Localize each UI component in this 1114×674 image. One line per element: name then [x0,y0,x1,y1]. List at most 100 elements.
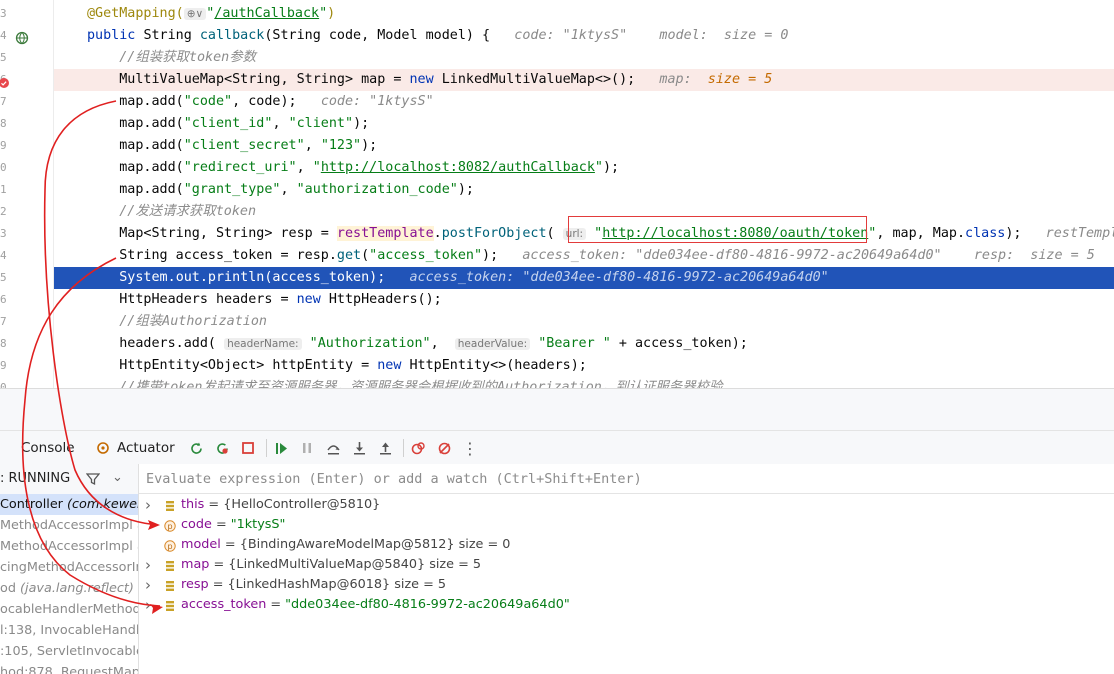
variable-ref: = {LinkedHashMap@6018} [208,577,391,592]
line-gutter[interactable]: 345678901234567890 [0,0,54,388]
variable-row[interactable]: › this = {HelloController@5810} [139,495,1114,515]
parameter-hint: ⊕∨ [183,8,207,20]
evaluate-expression-input[interactable]: Evaluate expression (Enter) or add a wat… [139,464,1114,494]
variable-row[interactable]: › map = {LinkedMultiValueMap@5840} size =… [139,555,1114,575]
variable-ref: = [266,597,286,612]
actuator-icon [95,440,111,456]
code-token: "Authorization" [309,336,431,351]
step-out-icon[interactable] [377,440,393,456]
view-breakpoints-icon[interactable] [410,440,426,456]
inline-debug-value: map: [659,72,708,87]
code-token: ); [353,116,370,131]
variable-row[interactable]: p code = "1ktysS" [139,515,1114,535]
code-token: /authCallback [214,6,320,21]
code-line[interactable]: HttpHeaders headers = new HttpHeaders(); [54,289,1114,311]
thread-status: : RUNNING [0,471,71,486]
current-execution-line[interactable]: System.out.println(access_token); access… [54,267,1114,289]
rerun-icon[interactable] [188,440,204,456]
breakpoint-icon[interactable] [0,74,12,88]
stack-frame[interactable]: hod:878, RequestMap [0,662,138,674]
thread-selector[interactable]: : RUNNING ⌄ [0,464,138,495]
code-line[interactable]: map.add("client_id", "client"); [54,113,1114,135]
stack-frame[interactable]: cingMethodAccessorIm [0,557,138,578]
chevron-right-icon[interactable]: › [145,555,155,575]
stack-frame[interactable]: od (java.lang.reflect) [0,578,138,599]
resume-icon[interactable] [273,440,289,456]
stack-frame[interactable]: Controller (com.kewen [0,494,138,515]
code-line[interactable]: //携带token发起请求至资源服务器，资源服务器会根据收到的Authoriza… [54,377,1114,388]
line-number: 5 [0,51,7,64]
code-line[interactable]: headers.add( headerName: "Authorization"… [54,333,1114,355]
breakpoint-line[interactable]: MultiValueMap<String, String> map = new … [54,69,1114,91]
pause-icon[interactable] [299,440,315,456]
code-token: HttpEntity<>(headers); [409,358,587,373]
stack-frame[interactable]: ocableHandlerMethod [0,599,138,620]
code-line[interactable]: String access_token = resp.get("access_t… [54,245,1114,267]
code-token: callback [199,28,265,43]
variable-row[interactable]: › resp = {LinkedHashMap@6018} size = 5 [139,575,1114,595]
mute-breakpoints-icon[interactable] [436,440,452,456]
variables-panel: Evaluate expression (Enter) or add a wat… [139,464,1114,674]
code-line[interactable]: //组装获取token参数 [54,47,1114,69]
frame-method: cingMethodAccessorIm [0,560,139,575]
panel-splitter[interactable] [0,388,1114,431]
variable-text: resp = {LinkedHashMap@6018} size = 5 [181,575,446,595]
debug-toolbar: Console Actuator ⋮ [0,430,1114,466]
line-number: 7 [0,315,7,328]
line-number: 4 [0,249,7,262]
variable-ref: = {LinkedMultiValueMap@5840} [209,557,426,572]
code-token: ); [457,182,474,197]
tab-console[interactable]: Console [21,439,75,457]
code-editor[interactable]: 345678901234567890 @GetMapping(⊕∨"/authC… [0,0,1114,388]
code-line[interactable]: //发送请求获取token [54,201,1114,223]
line-number: 8 [0,117,7,130]
code-token: . [433,226,442,241]
chevron-down-icon[interactable]: ⌄ [112,470,123,485]
code-token: "access_token" [369,248,483,263]
code-line[interactable]: //组装Authorization [54,311,1114,333]
code-line[interactable]: @GetMapping(⊕∨ "/authCallback") [54,3,1114,25]
stack-frame[interactable]: MethodAccessorImpl (s [0,515,138,536]
variable-text: access_token = "dde034ee-df80-4816-9972-… [181,595,570,615]
line-number: 3 [0,7,7,20]
line-number: 6 [0,293,7,306]
code-token: , code); [232,94,321,109]
code-token: HttpHeaders(); [328,292,442,307]
code-line[interactable]: map.add("grant_type", "authorization_cod… [54,179,1114,201]
code-line[interactable]: public String callback(String code, Mode… [54,25,1114,47]
step-over-icon[interactable] [325,440,341,456]
step-into-icon[interactable] [351,440,367,456]
tab-actuator[interactable]: Actuator [117,439,175,457]
line-number: 8 [0,337,7,350]
code-token: ( [546,226,563,241]
code-line[interactable]: map.add("client_secret", "123"); [54,135,1114,157]
stack-frame[interactable]: l:138, InvocableHandle [0,620,138,641]
web-endpoint-icon[interactable] [15,30,29,45]
stack-frame[interactable]: :105, ServletInvocableH [0,641,138,662]
chevron-right-icon[interactable]: › [145,575,155,595]
variable-text: this = {HelloController@5810} [181,495,380,515]
code-line[interactable]: HttpEntity<Object> httpEntity = new Http… [54,355,1114,377]
variable-val: "dde034ee-df80-4816-9972-ac20649a64d0" [285,597,570,612]
stack-frame[interactable]: MethodAccessorImpl (s [0,536,138,557]
variable-name: map [181,557,210,572]
code-token: , [304,138,321,153]
code-token: Map<String, String> resp = [87,226,337,241]
stop-icon[interactable] [240,440,256,456]
code-line[interactable]: Map<String, String> resp = restTemplate.… [54,223,1114,245]
inline-debug-value: size = 5 [707,72,773,87]
chevron-right-icon[interactable]: › [145,595,155,615]
parameter-hint: headerValue: [454,338,531,350]
rerun-debug-icon[interactable] [214,440,230,456]
inline-debug-value: access_token: "dde034ee-df80-4816-9972-a… [409,270,829,285]
variable-row[interactable]: p model = {BindingAwareModelMap@5812} siz… [139,535,1114,555]
filter-icon[interactable] [85,471,101,490]
code-token: restTemplate [336,226,434,241]
variable-row[interactable]: › access_token = "dde034ee-df80-4816-9972… [139,595,1114,615]
line-number: 1 [0,183,7,196]
code-line[interactable]: map.add("code", code); code: "1ktysS" [54,91,1114,113]
more-options-icon[interactable]: ⋮ [462,439,478,458]
chevron-right-icon[interactable]: › [145,495,155,515]
code-line[interactable]: map.add("redirect_uri", "http://localhos… [54,157,1114,179]
frame-method: od [0,581,21,596]
